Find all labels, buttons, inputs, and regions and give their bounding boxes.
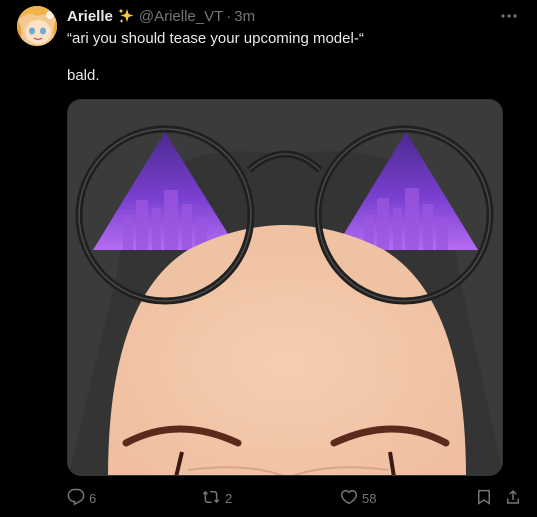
retweet-count: 2	[225, 490, 233, 506]
action-bar: 6 2 58	[67, 487, 527, 509]
separator-dot: ·	[226, 7, 232, 25]
retweet-icon	[201, 488, 221, 509]
more-options-icon[interactable]	[499, 8, 519, 24]
reply-count: 6	[89, 490, 97, 506]
like-button[interactable]: 58	[340, 487, 376, 509]
like-count: 58	[362, 490, 377, 506]
heart-icon	[340, 488, 358, 509]
bookmark-icon	[475, 488, 493, 509]
bookmark-button[interactable]	[475, 487, 493, 509]
retweet-button[interactable]: 2	[201, 487, 232, 509]
reply-button[interactable]: 6	[67, 487, 96, 509]
author-handle[interactable]: @Arielle_VT	[139, 8, 223, 25]
reply-icon	[67, 488, 85, 509]
sparkles-icon	[117, 7, 135, 25]
post-image[interactable]	[67, 99, 503, 476]
author-name[interactable]: Arielle	[67, 8, 113, 25]
tweet[interactable]: Arielle @Arielle_VT · 3m “ari you should…	[0, 0, 537, 517]
timestamp[interactable]: 3m	[234, 8, 255, 25]
post-text-line1: “ari you should tease your upcoming mode…	[67, 30, 364, 47]
share-button[interactable]	[504, 487, 522, 509]
avatar[interactable]	[17, 6, 57, 46]
tweet-header: Arielle @Arielle_VT · 3m	[67, 6, 255, 26]
share-icon	[504, 488, 522, 509]
post-text-line2: bald.	[67, 67, 100, 84]
